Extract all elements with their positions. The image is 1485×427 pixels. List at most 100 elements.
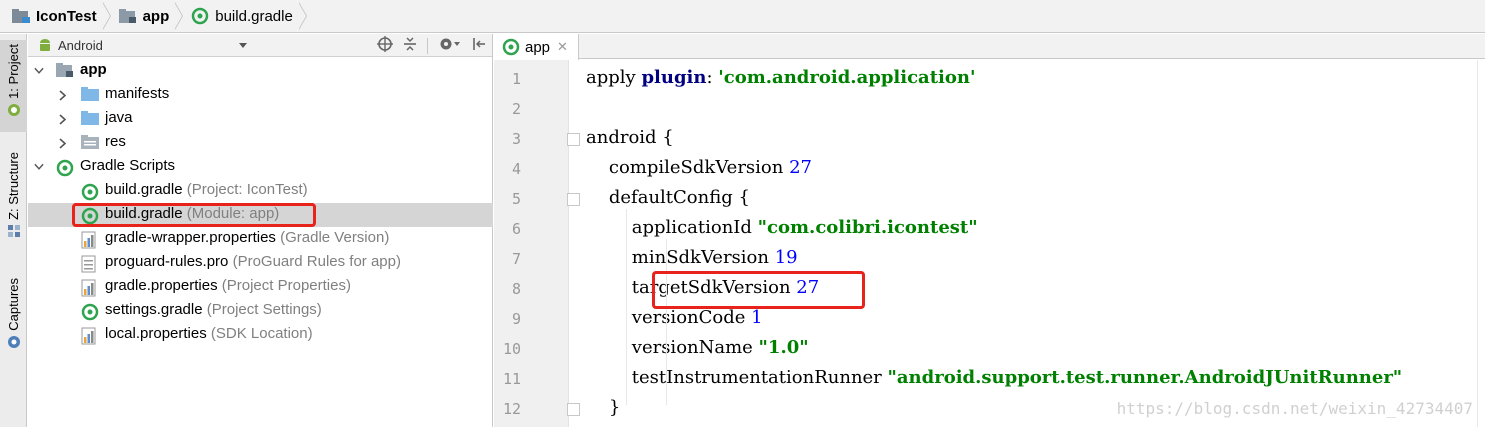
tree-item[interactable]: Gradle Scripts xyxy=(28,155,493,179)
tool-tab-structure[interactable]: Z: Structure xyxy=(0,152,27,252)
code-token: android { xyxy=(586,127,674,148)
line-number: 6 xyxy=(511,220,521,238)
tree-item-name: settings.gradle xyxy=(105,301,203,318)
watermark: https://blog.csdn.net/weixin_42734407 xyxy=(1116,399,1473,418)
android-project-icon xyxy=(7,103,21,121)
tree-item-name: res xyxy=(105,133,126,150)
code-line: minSdkVersion 19 xyxy=(586,247,798,268)
line-number: 9 xyxy=(511,310,521,328)
fold-marker-icon[interactable] xyxy=(567,403,580,416)
breadcrumb-label: app xyxy=(142,7,170,25)
line-number: 4 xyxy=(511,160,521,178)
gear-icon[interactable] xyxy=(438,36,462,55)
code-token: 19 xyxy=(774,247,798,268)
code-token: } xyxy=(586,397,621,418)
camera-icon xyxy=(7,335,21,353)
tree-item[interactable]: res xyxy=(28,131,493,155)
tree-item-label: res xyxy=(105,133,126,150)
chevron-down-icon[interactable] xyxy=(34,162,44,172)
collapse-all-icon[interactable] xyxy=(403,36,417,55)
editor-tab-bar: app ✕ xyxy=(494,34,1485,60)
line-number: 2 xyxy=(511,100,521,118)
tree-item[interactable]: manifests xyxy=(28,83,493,107)
code-line: apply plugin: 'com.android.application' xyxy=(586,67,975,88)
editor-tab-app[interactable]: app ✕ xyxy=(494,34,579,60)
breadcrumb-item-file[interactable]: build.gradle xyxy=(175,0,307,33)
line-number: 11 xyxy=(502,370,521,388)
code-area[interactable]: apply plugin: 'com.android.application' a… xyxy=(586,60,1485,427)
tree-item-name: app xyxy=(80,61,107,78)
close-icon[interactable]: ✕ xyxy=(557,39,568,55)
code-token: "1.0" xyxy=(758,337,809,358)
properties-icon xyxy=(81,279,99,297)
code-line: applicationId "com.colibri.icontest" xyxy=(586,217,978,238)
tree-item[interactable]: app xyxy=(28,59,493,83)
code-token: defaultConfig { xyxy=(586,187,750,208)
tree-item-label: app xyxy=(80,61,107,78)
tree-item-hint: (SDK Location) xyxy=(210,325,313,342)
hide-panel-icon[interactable] xyxy=(472,36,486,55)
highlight-box-build-gradle-module xyxy=(72,203,316,227)
code-token: versionCode xyxy=(586,307,752,328)
folder-icon xyxy=(81,111,99,127)
tool-tab-captures[interactable]: Captures xyxy=(0,278,27,358)
line-number: 5 xyxy=(511,190,521,208)
project-toolbar-actions xyxy=(377,34,486,57)
tree-item[interactable]: settings.gradle (Project Settings) xyxy=(28,299,493,323)
tree-item-hint: (Project Settings) xyxy=(206,301,322,318)
code-token: 27 xyxy=(789,157,812,178)
code-token: : xyxy=(706,67,719,88)
tool-tab-label: Z: Structure xyxy=(6,152,21,220)
chevron-right-icon[interactable] xyxy=(58,137,68,149)
folder-icon xyxy=(81,87,99,103)
project-folder-icon xyxy=(12,8,30,24)
tree-item-hint: (Gradle Version) xyxy=(280,229,390,246)
tool-tab-label: 1: Project xyxy=(6,44,21,99)
code-token: testInstrumentationRunner xyxy=(586,367,888,388)
chevron-down-icon[interactable] xyxy=(34,66,44,76)
res-folder-icon xyxy=(81,135,99,151)
toolbar-divider xyxy=(427,37,428,54)
code-token: 'com.android.application' xyxy=(718,67,976,88)
tree-item-name: gradle-wrapper.properties xyxy=(105,229,276,246)
tree-item-label: java xyxy=(105,109,133,126)
tree-item[interactable]: build.gradle (Project: IconTest) xyxy=(28,179,493,203)
code-token: apply xyxy=(586,67,642,88)
fold-marker-icon[interactable] xyxy=(567,133,580,146)
project-toolbar: Android xyxy=(28,34,492,57)
tool-tab-project[interactable]: 1: Project xyxy=(0,40,27,132)
gradle-icon xyxy=(56,159,74,177)
tree-item-hint: (ProGuard Rules for app) xyxy=(232,253,401,270)
tree-item-label: manifests xyxy=(105,85,169,102)
tree-item-name: Gradle Scripts xyxy=(80,157,176,174)
indent-guide xyxy=(666,239,667,405)
breadcrumb-item-module[interactable]: app xyxy=(103,0,184,33)
tree-item[interactable]: local.properties (SDK Location) xyxy=(28,323,493,347)
line-number-gutter: 1 2 3 4 5 6 7 8 9 10 11 12 xyxy=(494,60,580,427)
tree-item[interactable]: java xyxy=(28,107,493,131)
chevron-down-icon[interactable] xyxy=(238,38,248,53)
code-token: 1 xyxy=(751,307,763,328)
tree-item[interactable]: gradle-wrapper.properties (Gradle Versio… xyxy=(28,227,493,251)
chevron-right-icon[interactable] xyxy=(58,89,68,101)
properties-icon xyxy=(81,327,99,345)
breadcrumb-item-project[interactable]: IconTest xyxy=(0,0,111,33)
locate-icon[interactable] xyxy=(377,36,393,55)
code-line: android { xyxy=(586,127,674,148)
gradle-icon xyxy=(81,183,99,201)
tree-item[interactable]: gradle.properties (Project Properties) xyxy=(28,275,493,299)
view-selector[interactable]: Android xyxy=(38,38,103,53)
tree-item-label: local.properties (SDK Location) xyxy=(105,325,313,342)
breadcrumb-label: IconTest xyxy=(36,7,97,25)
code-line: testInstrumentationRunner "android.suppo… xyxy=(586,367,1402,388)
line-number: 1 xyxy=(511,70,521,88)
code-editor: app ✕ 1 2 3 4 5 6 7 8 9 10 11 12 apply plugin: 'com… xyxy=(494,34,1485,427)
tree-item-label: build.gradle (Project: IconTest) xyxy=(105,181,308,198)
tree-item-label: settings.gradle (Project Settings) xyxy=(105,301,322,318)
code-line: versionCode 1 xyxy=(586,307,763,328)
line-number: 12 xyxy=(502,400,521,418)
tree-item-name: gradle.properties xyxy=(105,277,218,294)
fold-marker-icon[interactable] xyxy=(567,193,580,206)
chevron-right-icon[interactable] xyxy=(58,113,68,125)
tree-item[interactable]: proguard-rules.pro (ProGuard Rules for a… xyxy=(28,251,493,275)
